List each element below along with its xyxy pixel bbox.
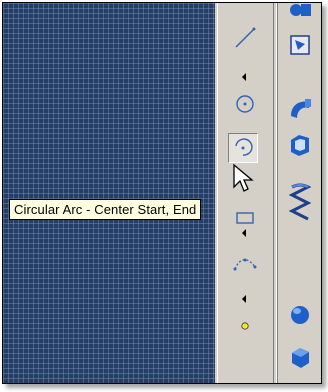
point-icon (241, 322, 249, 330)
feature-button-6[interactable] (286, 301, 314, 329)
line-flyout-arrow[interactable] (240, 69, 250, 81)
circular-arc-center-icon (235, 138, 253, 156)
feature-button-4[interactable] (286, 131, 314, 159)
flyout-arrow-icon (242, 73, 246, 81)
spline-flyout-arrow[interactable] (240, 291, 250, 303)
feature-button-2[interactable] (286, 31, 314, 59)
line-icon (235, 27, 256, 48)
box-icon (292, 348, 309, 368)
sweep-icon (291, 99, 311, 118)
flyout-arrow-icon (242, 229, 246, 237)
helix-icon (288, 183, 312, 221)
feature-button-3[interactable] (286, 95, 314, 123)
revolve-icon (290, 35, 310, 55)
tooltip: Circular Arc - Center Start, End (9, 199, 202, 220)
feature-toolbar (277, 3, 321, 383)
spline-icon (233, 258, 257, 271)
line-tool-button[interactable] (230, 23, 260, 53)
circular-arc-center-tool-button[interactable] (228, 133, 258, 163)
flyout-arrow-icon (242, 295, 246, 303)
sketch-canvas-grid[interactable] (3, 3, 215, 383)
rectangle-flyout-arrow[interactable] (240, 225, 250, 237)
feature-button-1[interactable] (286, 3, 314, 23)
feature-button-7[interactable] (286, 343, 314, 371)
extrude-icon (290, 4, 311, 16)
mouse-pointer-icon (233, 163, 254, 192)
rectangle-icon (236, 212, 254, 224)
point-tool-button[interactable] (230, 311, 260, 341)
circle-tool-button[interactable] (230, 89, 260, 119)
circle-icon (236, 95, 254, 113)
sketch-toolbar (217, 3, 274, 383)
screenshot-frame: Circular Arc - Center Start, End (2, 2, 322, 384)
sphere-icon (291, 306, 309, 324)
shell-icon (291, 135, 309, 156)
feature-button-5[interactable] (286, 183, 314, 221)
spline-tool-button[interactable] (230, 249, 260, 279)
